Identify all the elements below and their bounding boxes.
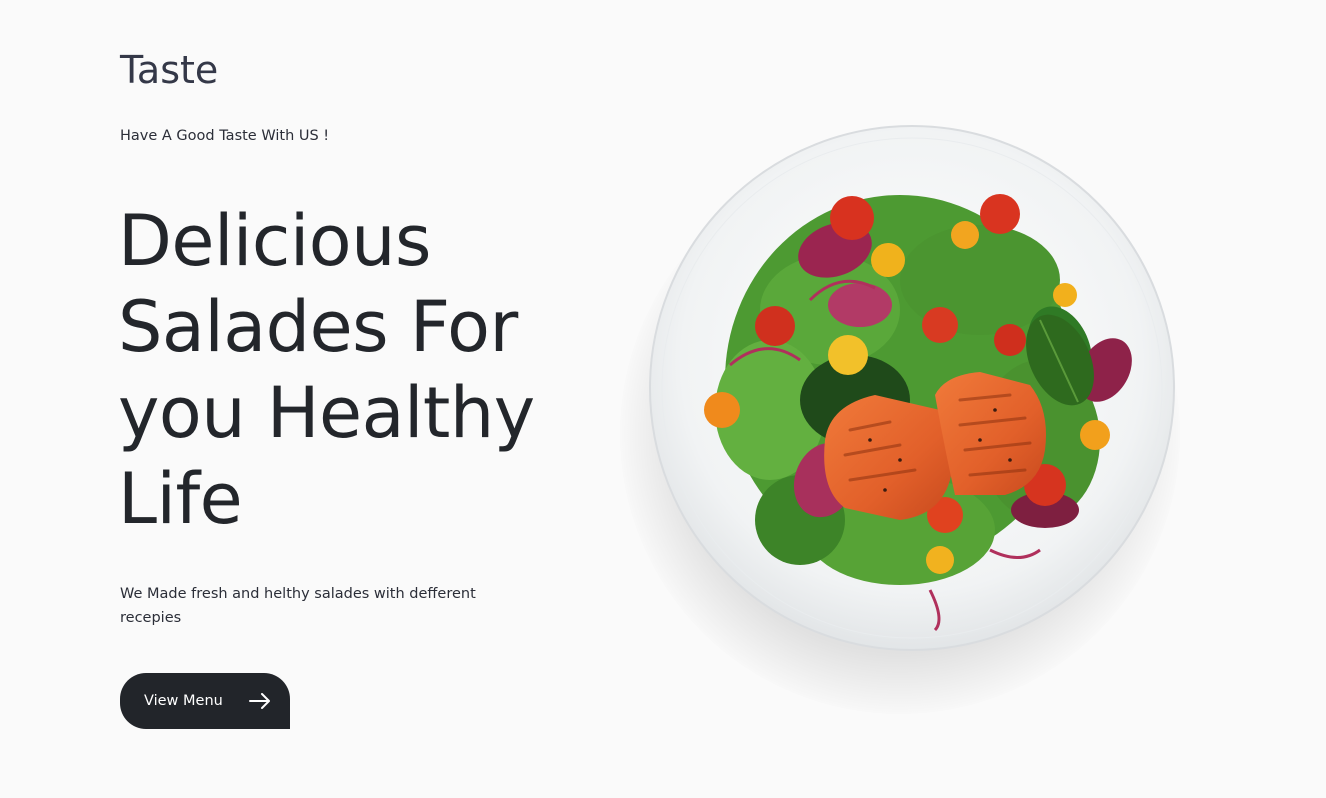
brand-logo[interactable]: Taste (120, 48, 218, 92)
landing-page: Taste Have A Good Taste With US ! Delici… (0, 0, 1326, 798)
hero-tagline: Have A Good Taste With US ! (120, 128, 330, 144)
hero-headline: Delicious Salades For you Healthy Life (118, 198, 538, 542)
headline-line-3: you Healthy (118, 372, 535, 454)
hero-subtitle: We Made fresh and helthy salades with de… (120, 586, 476, 626)
salad-plate-image (600, 110, 1200, 714)
headline-line-4: Life (118, 458, 243, 540)
arrow-right-icon (248, 693, 271, 709)
view-menu-button[interactable]: View Menu (120, 673, 290, 729)
salad-plate-illustration (649, 125, 1175, 651)
headline-line-2: Salades For (118, 286, 518, 368)
headline-line-1: Delicious (118, 200, 431, 282)
view-menu-label: View Menu (144, 693, 223, 709)
